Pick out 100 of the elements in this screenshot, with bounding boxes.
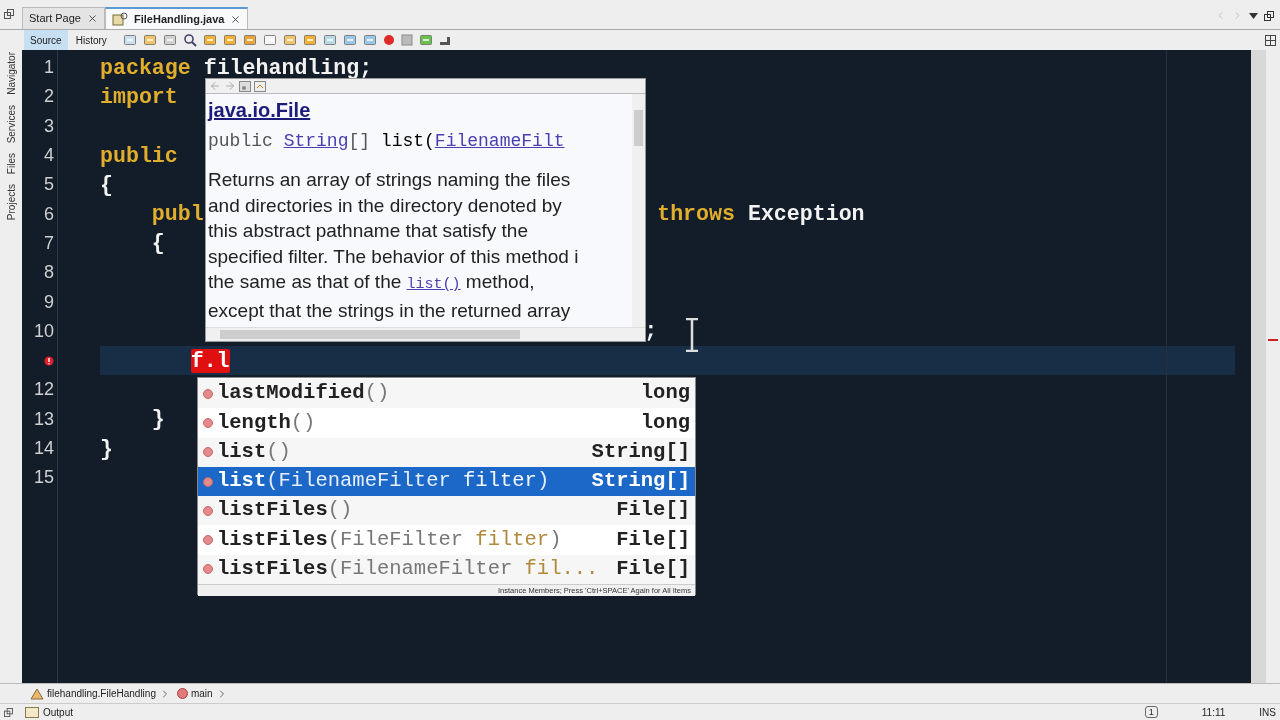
search-icon[interactable] <box>182 33 197 47</box>
view-tab[interactable]: History <box>69 30 113 50</box>
scroll-thumb[interactable] <box>220 330 520 339</box>
description-text: Returns an array of strings naming the files <box>208 169 571 190</box>
editor-tab[interactable]: Start Page <box>22 7 105 29</box>
method-name: list <box>217 468 267 495</box>
completion-item[interactable]: lastModified() long <box>198 379 695 409</box>
completion-item[interactable]: list() String[] <box>198 437 695 467</box>
line-number: 1 <box>44 56 54 80</box>
close-icon[interactable] <box>230 13 242 25</box>
signature-text: list( <box>380 131 435 151</box>
method-icon <box>203 447 213 458</box>
side-tab[interactable]: Projects <box>3 184 19 221</box>
method-icon <box>176 688 188 699</box>
line-number: 8 <box>44 261 54 285</box>
method-parameters: () <box>290 409 316 436</box>
method-parameters: ( <box>327 526 341 553</box>
code-text: filehandling; <box>203 55 373 80</box>
line-number: 3 <box>44 114 54 138</box>
return-type: File[] <box>616 497 690 524</box>
description-text: the same as that of the <box>208 271 403 292</box>
scroll-thumb[interactable] <box>634 110 643 146</box>
description-text: except that the strings in the returned array <box>208 299 571 321</box>
method-link[interactable]: list() <box>406 276 461 293</box>
code-text: } <box>100 436 113 461</box>
text-cursor-icon <box>685 318 699 352</box>
description-text: specified filter. The behavior of this method i <box>208 245 579 267</box>
method-icon <box>203 417 213 428</box>
return-type: String[] <box>591 468 690 495</box>
breadcrumb[interactable]: main <box>190 686 213 701</box>
line-number: 5 <box>44 173 54 197</box>
return-type: long <box>640 380 690 407</box>
completion-item[interactable]: listFiles(FilenameFilter fil... File[] <box>198 554 695 585</box>
method-name: list <box>217 438 267 465</box>
line-number: 9 <box>44 290 54 314</box>
return-type: String[] <box>591 438 690 465</box>
restore-icon[interactable] <box>1264 10 1274 21</box>
side-tab[interactable]: Services <box>3 104 19 144</box>
caret-position: 11:11 <box>1201 705 1226 720</box>
line-number: 12 <box>33 378 54 402</box>
method-name: listFiles <box>217 526 328 553</box>
code-text: ; <box>644 319 658 344</box>
stop-icon[interactable] <box>400 34 413 46</box>
type-link[interactable]: FilenameFilt <box>434 131 565 151</box>
side-tab[interactable]: Files <box>3 153 19 175</box>
code-text: f.l <box>190 348 230 373</box>
record-icon[interactable] <box>382 34 395 46</box>
class-icon <box>30 687 44 700</box>
method-parameters: FilenameFilter <box>340 556 514 583</box>
line-number: 15 <box>33 466 54 490</box>
class-link[interactable]: java.io.File <box>208 99 311 121</box>
insert-mode: INS <box>1259 705 1276 720</box>
tab-label: Start Page <box>29 11 81 27</box>
method-icon <box>203 505 213 516</box>
code-text: import <box>100 84 178 109</box>
method-name: length <box>217 409 291 436</box>
code-text: } <box>151 407 165 432</box>
tab-label: FileHandling.java <box>134 11 225 27</box>
method-parameters: () <box>327 497 353 524</box>
restore-icon[interactable] <box>4 9 14 19</box>
line-number: 13 <box>33 407 54 431</box>
code-text: { <box>100 172 113 197</box>
code-text: package <box>100 55 192 80</box>
type-link[interactable]: String <box>283 131 349 151</box>
code-text: Exception <box>747 202 865 227</box>
line-number: 7 <box>44 231 54 255</box>
view-tab[interactable]: Source <box>24 30 68 50</box>
code-text: throws <box>657 202 735 227</box>
completion-item[interactable]: list(FilenameFilter filter) String[] <box>198 466 695 497</box>
return-type: long <box>640 409 690 436</box>
method-parameters: filter <box>475 526 550 553</box>
description-text: method, <box>464 271 535 292</box>
method-parameters: ) <box>549 526 562 553</box>
side-tab[interactable]: Navigator <box>3 52 19 95</box>
code-text: { <box>151 231 165 256</box>
method-parameters: fil... <box>524 556 599 583</box>
method-icon <box>203 388 213 399</box>
restore-icon[interactable] <box>4 707 13 717</box>
code-text: publ <box>151 202 204 227</box>
split-icon[interactable] <box>1265 34 1276 46</box>
output-tab[interactable]: Output <box>25 704 74 720</box>
method-parameters: ( <box>266 468 279 495</box>
editor-tab[interactable]: FileHandling.java <box>105 7 249 29</box>
return-type: File[] <box>616 526 690 553</box>
method-parameters: () <box>364 380 390 407</box>
method-parameters: () <box>266 438 291 465</box>
method-parameters: ( <box>327 556 341 583</box>
dropdown-icon[interactable] <box>1249 12 1258 19</box>
method-icon <box>203 564 213 575</box>
method-parameters: filter <box>463 468 537 495</box>
return-type: File[] <box>616 556 690 583</box>
completion-item[interactable]: listFiles() File[] <box>198 496 695 526</box>
close-icon[interactable] <box>87 13 98 24</box>
signature-text: [] <box>348 131 372 151</box>
breadcrumb[interactable]: filehandling.FileHandling <box>47 686 156 701</box>
signature-text: public <box>208 131 274 151</box>
notification-badge[interactable]: 1 <box>1144 706 1158 718</box>
method-name: listFiles <box>217 556 328 583</box>
method-name: listFiles <box>217 497 328 524</box>
error-marker[interactable] <box>1268 339 1278 341</box>
